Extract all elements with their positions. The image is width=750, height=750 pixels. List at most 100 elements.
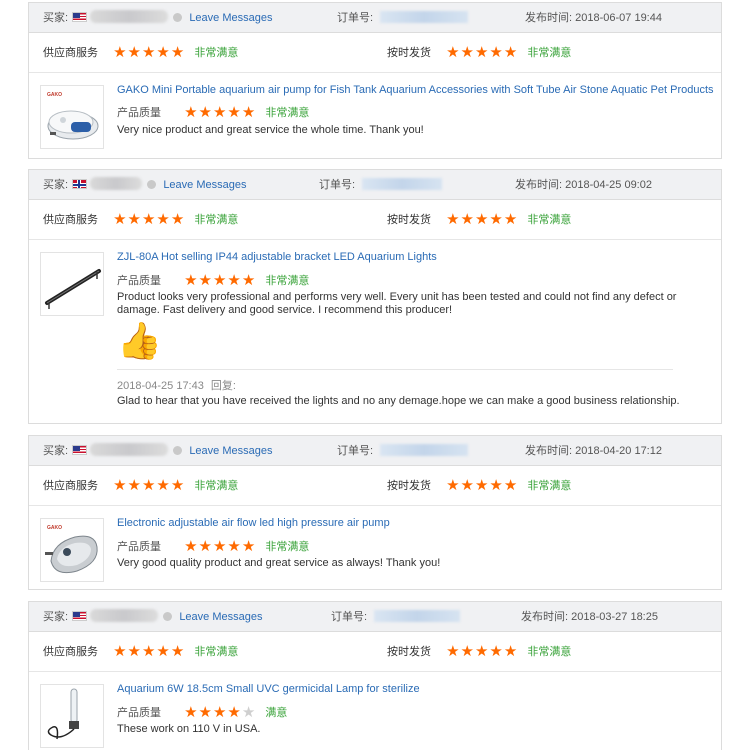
star-icon: ★ xyxy=(156,477,171,494)
verdict: 非常满意 xyxy=(527,47,572,59)
star-icon: ★ xyxy=(503,477,519,494)
product-thumbnail[interactable]: GAKO xyxy=(40,518,104,582)
svg-text:GAKO: GAKO xyxy=(47,525,62,531)
buyer-level-icon xyxy=(173,446,183,455)
star-icon: ★ xyxy=(127,44,142,61)
star-icon: ★ xyxy=(212,104,228,121)
posted-time: 2018-03-27 18:25 xyxy=(571,611,658,623)
buyer-label: 买家: xyxy=(43,179,69,191)
divider xyxy=(117,369,673,370)
order-no-redacted xyxy=(374,610,461,622)
rating-row: 供应商服务 ★★★★★ 非常满意 按时发货 ★★★★★ 非常满意 xyxy=(29,200,721,240)
order-no-label: 订单号: xyxy=(337,445,374,457)
review-card: 买家: Leave Messages 订单号: 发布时间: 2018-03-27… xyxy=(28,601,722,750)
verdict: 非常满意 xyxy=(527,214,572,226)
star-icon: ★ xyxy=(198,704,213,721)
order-no-redacted xyxy=(362,178,443,190)
review-header: 买家: Leave Messages 订单号: 发布时间: 2018-04-20… xyxy=(29,436,721,466)
buyer-label: 买家: xyxy=(43,445,69,457)
uvc-lamp-image xyxy=(47,688,79,740)
on-time-delivery-label: 按时发货 xyxy=(387,646,431,658)
led-light-bar-image xyxy=(45,269,101,309)
star-icon: ★ xyxy=(184,272,199,289)
order-no-label: 订单号: xyxy=(331,611,368,623)
star-icon: ★ xyxy=(446,44,461,61)
product-thumbnail[interactable] xyxy=(40,684,104,748)
us-flag-icon xyxy=(72,12,88,22)
star-icon: ★ xyxy=(127,211,142,228)
star-icon: ★ xyxy=(489,44,504,61)
star-icon: ★ xyxy=(474,211,490,228)
star-rating: ★★★★★ xyxy=(446,466,518,506)
star-rating: ★★★★★ xyxy=(446,632,518,672)
us-flag-icon xyxy=(72,445,88,455)
verdict: 非常满意 xyxy=(194,480,239,492)
order-no-label: 订单号: xyxy=(319,179,356,191)
buyer-name-redacted xyxy=(90,443,169,456)
order-no-redacted xyxy=(380,444,469,456)
reply-time: 2018-04-25 17:43 xyxy=(117,380,204,392)
star-icon: ★ xyxy=(446,211,461,228)
star-icon: ★ xyxy=(170,643,186,660)
star-icon: ★ xyxy=(156,44,171,61)
leave-messages-link[interactable]: Leave Messages xyxy=(189,12,272,24)
star-icon: ★ xyxy=(170,211,186,228)
product-title-link[interactable]: GAKO Mini Portable aquarium air pump for… xyxy=(117,84,714,96)
seller-reply-text: Glad to hear that you have received the … xyxy=(117,395,680,407)
star-icon: ★ xyxy=(198,272,213,289)
on-time-delivery-label: 按时发货 xyxy=(387,214,431,226)
buyer-name-redacted xyxy=(90,177,143,190)
buyer-label: 买家: xyxy=(43,12,69,24)
star-icon: ★ xyxy=(170,44,186,61)
product-review: Aquarium 6W 18.5cm Small UVC germicidal … xyxy=(29,672,721,750)
buyer-name-redacted xyxy=(90,10,169,23)
review-card: 买家: Leave Messages 订单号: 发布时间: 2018-04-20… xyxy=(28,435,722,590)
star-icon: ★ xyxy=(460,477,475,494)
product-thumbnail[interactable] xyxy=(40,252,104,316)
star-icon: ★ xyxy=(156,211,171,228)
product-title-link[interactable]: Aquarium 6W 18.5cm Small UVC germicidal … xyxy=(117,683,420,695)
verdict: 非常满意 xyxy=(527,480,572,492)
verdict: 非常满意 xyxy=(194,214,239,226)
star-icon: ★ xyxy=(474,44,490,61)
star-icon: ★ xyxy=(227,104,242,121)
buyer-level-icon xyxy=(173,13,183,22)
star-icon: ★ xyxy=(113,44,128,61)
review-text: Product looks very professional and perf… xyxy=(117,291,677,316)
product-quality-label: 产品质量 xyxy=(117,275,161,287)
product-review: GAKO GAKO Mini Portable aquarium air pum… xyxy=(29,73,721,157)
star-icon: ★ xyxy=(113,477,128,494)
star-icon: ★ xyxy=(198,538,213,555)
posted-time-label: 发布时间: xyxy=(525,445,573,457)
product-quality-label: 产品质量 xyxy=(117,541,161,553)
on-time-delivery-label: 按时发货 xyxy=(387,47,431,59)
leave-messages-link[interactable]: Leave Messages xyxy=(163,179,246,191)
star-icon: ★ xyxy=(170,477,186,494)
supplier-service-label: 供应商服务 xyxy=(43,646,98,658)
star-rating: ★★★★★ xyxy=(113,632,185,672)
product-review: ZJL-80A Hot selling IP44 adjustable brac… xyxy=(29,240,721,422)
product-thumbnail[interactable]: GAKO xyxy=(40,85,104,149)
rating-row: 供应商服务 ★★★★★ 非常满意 按时发货 ★★★★★ 非常满意 xyxy=(29,466,721,506)
star-icon: ★ xyxy=(141,211,157,228)
star-icon: ★ xyxy=(184,704,199,721)
order-no-redacted xyxy=(380,11,469,23)
verdict: 非常满意 xyxy=(265,541,310,553)
buyer-name-redacted xyxy=(90,609,159,622)
star-icon: ★ xyxy=(241,538,257,555)
svg-text:GAKO: GAKO xyxy=(47,92,62,98)
star-rating: ★★★★★ xyxy=(113,200,185,240)
star-icon: ★ xyxy=(227,538,242,555)
star-icon: ★ xyxy=(113,643,128,660)
us-flag-icon xyxy=(72,611,88,621)
star-rating: ★★★★★ xyxy=(184,271,256,289)
posted-time: 2018-04-25 09:02 xyxy=(565,179,652,191)
product-title-link[interactable]: ZJL-80A Hot selling IP44 adjustable brac… xyxy=(117,251,437,263)
star-icon: ★ xyxy=(446,477,461,494)
leave-messages-link[interactable]: Leave Messages xyxy=(179,611,262,623)
air-pump-image: GAKO xyxy=(47,92,99,140)
star-rating: ★★★★★ xyxy=(446,33,518,73)
star-rating: ★★★★★ xyxy=(446,200,518,240)
product-title-link[interactable]: Electronic adjustable air flow led high … xyxy=(117,517,390,529)
leave-messages-link[interactable]: Leave Messages xyxy=(189,445,272,457)
